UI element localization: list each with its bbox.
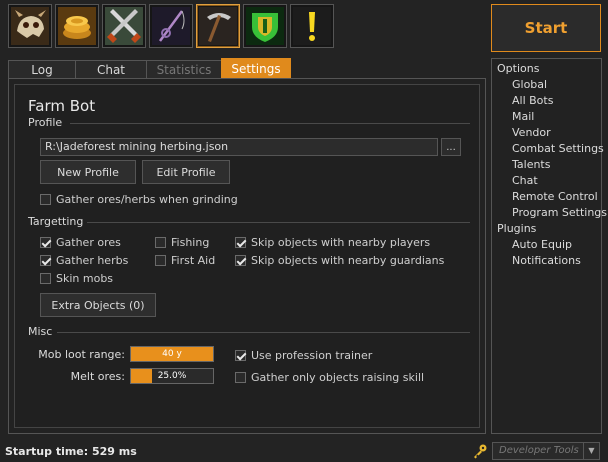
tool-pickaxe[interactable]: [196, 4, 240, 48]
gather-while-grinding-label: Gather ores/herbs when grinding: [56, 193, 238, 206]
settings-content: Farm Bot Profile R:\Jadeforest mining he…: [14, 84, 480, 428]
tool-gold-coins[interactable]: [55, 4, 99, 48]
melt-ores-value: 25.0%: [157, 371, 187, 381]
profile-divider: [70, 123, 470, 124]
skin-mobs-label: Skin mobs: [56, 272, 114, 285]
first-aid-checkbox[interactable]: First Aid: [155, 254, 215, 267]
mob-loot-range-value: 40 y: [162, 349, 182, 359]
melt-ores-slider[interactable]: 25.0%: [130, 368, 214, 384]
use-profession-trainer-checkbox[interactable]: Use profession trainer: [235, 349, 372, 362]
misc-group-title: Misc: [28, 325, 53, 338]
skip-nearby-guardians-box: [235, 255, 246, 266]
tree-item-combat-settings[interactable]: Combat Settings: [492, 141, 604, 157]
extra-objects-button[interactable]: Extra Objects (0): [40, 293, 156, 317]
tool-dragon-skull[interactable]: [8, 4, 52, 48]
bot-toolbar: [8, 4, 334, 50]
tab-statistics[interactable]: Statistics: [146, 60, 222, 78]
developer-tools-placeholder: Developer Tools: [499, 445, 579, 456]
tab-log[interactable]: Log: [8, 60, 76, 78]
skin-mobs-checkbox[interactable]: Skin mobs: [40, 272, 113, 285]
gather-only-raising-skill-checkbox[interactable]: Gather only objects raising skill: [235, 371, 424, 384]
fishing-label: Fishing: [171, 236, 210, 249]
use-profession-trainer-label: Use profession trainer: [251, 349, 373, 362]
fishing-rod-icon: [152, 7, 190, 45]
mob-loot-range-slider[interactable]: 40 y: [130, 346, 214, 362]
melt-ores-label: Melt ores:: [70, 370, 125, 383]
gather-ores-label: Gather ores: [56, 236, 121, 249]
gather-only-raising-skill-label: Gather only objects raising skill: [251, 371, 425, 384]
settings-panel: Farm Bot Profile R:\Jadeforest mining he…: [8, 78, 486, 434]
fishing-checkbox[interactable]: Fishing: [155, 236, 209, 249]
tree-item-chat[interactable]: Chat: [492, 173, 601, 189]
tree-item-vendor[interactable]: Vendor: [492, 125, 601, 141]
page-title: Farm Bot: [28, 97, 96, 115]
profile-group-title: Profile: [28, 116, 63, 129]
gather-herbs-checkbox[interactable]: Gather herbs: [40, 254, 128, 267]
gather-herbs-label: Gather herbs: [56, 254, 129, 267]
tree-item-mail[interactable]: Mail: [492, 109, 601, 125]
tool-green-shield[interactable]: [243, 4, 287, 48]
tree-item-program-settings[interactable]: Program Settings: [492, 205, 607, 221]
tree-item-all-bots[interactable]: All Bots: [492, 93, 601, 109]
tool-fishing-rod[interactable]: [149, 4, 193, 48]
key-icon[interactable]: [472, 443, 488, 459]
mob-loot-range-label: Mob loot range:: [38, 348, 125, 361]
gather-while-grinding-checkbox[interactable]: Gather ores/herbs when grinding: [40, 193, 238, 206]
pickaxe-icon: [199, 7, 237, 45]
tab-settings[interactable]: Settings: [221, 58, 291, 78]
edit-profile-button[interactable]: Edit Profile: [142, 160, 230, 184]
skin-mobs-box: [40, 273, 51, 284]
tree-item-talents[interactable]: Talents: [492, 157, 601, 173]
main-tabs: Log Chat Statistics Settings: [8, 58, 291, 78]
gather-only-raising-skill-box: [235, 372, 246, 383]
browse-button[interactable]: ...: [441, 138, 461, 156]
profile-path-input[interactable]: R:\Jadeforest mining herbing.json: [40, 138, 438, 156]
first-aid-label: First Aid: [171, 254, 216, 267]
options-tree: Options Global All Bots Mail Vendor Comb…: [491, 58, 607, 434]
gather-ores-checkbox[interactable]: Gather ores: [40, 236, 121, 249]
tree-item-remote-control[interactable]: Remote Control: [492, 189, 601, 205]
skip-nearby-players-label: Skip objects with nearby players: [251, 236, 431, 249]
tab-chat[interactable]: Chat: [75, 60, 147, 78]
tree-item-notifications[interactable]: Notifications: [492, 253, 601, 269]
tree-item-plugins[interactable]: Plugins: [492, 221, 601, 237]
exclamation-quest-icon: [293, 7, 331, 45]
targetting-divider: [87, 222, 470, 223]
skip-nearby-players-checkbox[interactable]: Skip objects with nearby players: [235, 236, 430, 249]
use-profession-trainer-box: [235, 350, 246, 361]
first-aid-box: [155, 255, 166, 266]
tree-item-options[interactable]: Options: [492, 61, 601, 77]
green-shield-icon: [246, 7, 284, 45]
skip-nearby-players-box: [235, 237, 246, 248]
fishing-box: [155, 237, 166, 248]
gold-coins-icon: [58, 7, 96, 45]
gather-ores-box: [40, 237, 51, 248]
skip-nearby-guardians-label: Skip objects with nearby guardians: [251, 254, 445, 267]
gather-herbs-box: [40, 255, 51, 266]
gather-while-grinding-box: [40, 194, 51, 205]
misc-divider: [57, 332, 470, 333]
tool-crossed-swords[interactable]: [102, 4, 146, 48]
startup-time-text: Startup time: 529 ms: [5, 445, 137, 458]
tree-item-global[interactable]: Global: [492, 77, 601, 93]
start-button[interactable]: Start: [491, 4, 601, 52]
developer-tools-select[interactable]: Developer Tools ▼: [492, 442, 600, 460]
tool-quest[interactable]: [290, 4, 334, 48]
crossed-swords-icon: [105, 7, 143, 45]
chevron-down-icon[interactable]: ▼: [583, 443, 599, 459]
dragon-skull-icon: [11, 7, 49, 45]
skip-nearby-guardians-checkbox[interactable]: Skip objects with nearby guardians: [235, 254, 444, 267]
tree-item-auto-equip[interactable]: Auto Equip: [492, 237, 601, 253]
targetting-group-title: Targetting: [28, 215, 84, 228]
new-profile-button[interactable]: New Profile: [40, 160, 136, 184]
